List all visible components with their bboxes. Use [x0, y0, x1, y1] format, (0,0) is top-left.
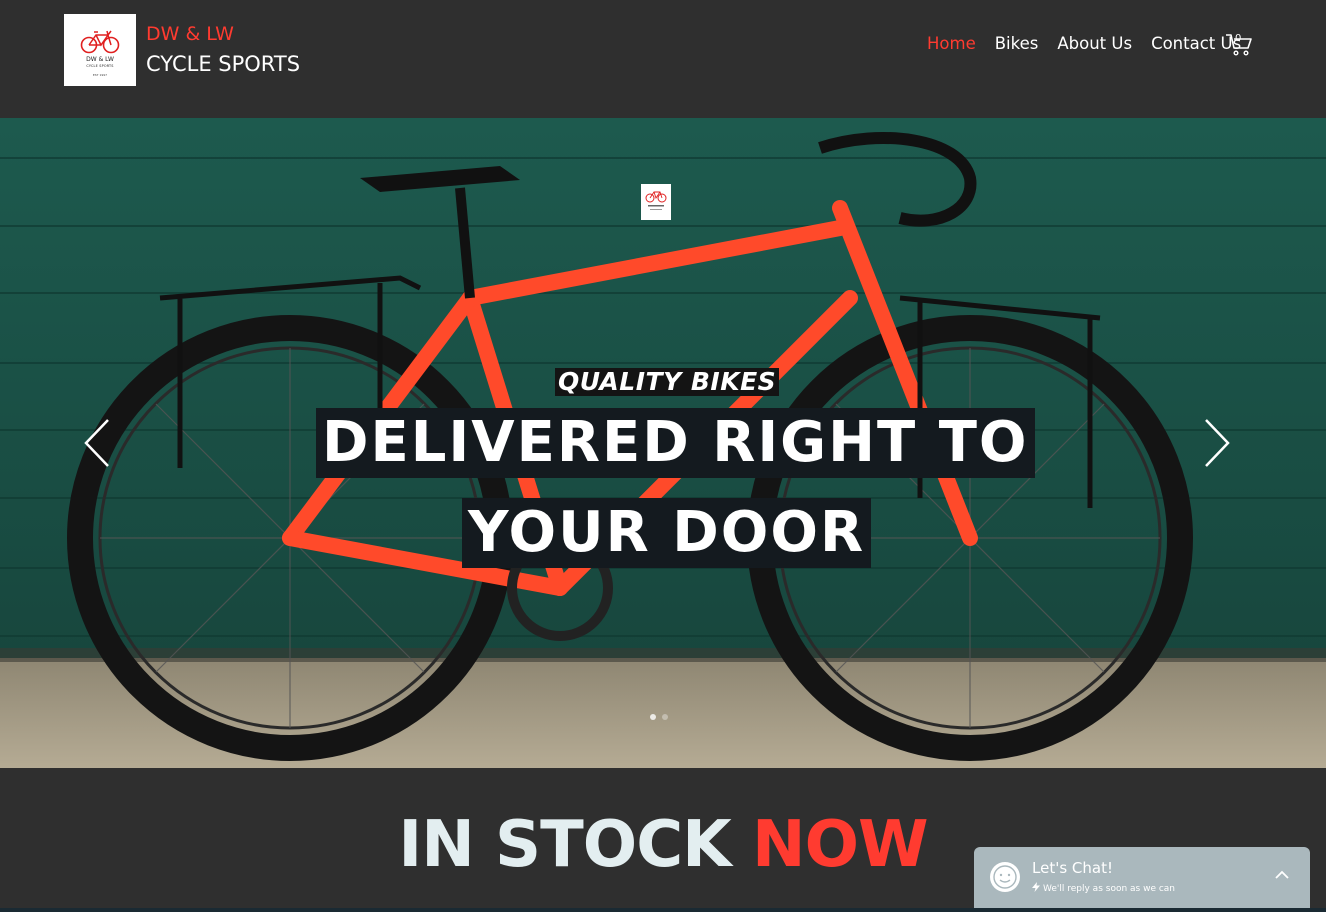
brand-name-line-1[interactable]: DW & LW	[146, 23, 234, 45]
hero-kicker-box: QUALITY BIKES	[555, 367, 780, 396]
hero-headline-line-2: YOUR DOOR	[462, 498, 872, 568]
chevron-up-icon[interactable]	[1274, 869, 1290, 881]
hero-watermark-logo	[641, 184, 671, 220]
chat-avatar	[990, 862, 1020, 892]
hero-headline-line-1: DELIVERED RIGHT TO	[316, 408, 1035, 478]
slide-dot-2[interactable]	[662, 714, 668, 720]
nav-item-about-us[interactable]: About Us	[1057, 34, 1132, 56]
hero-slideshow: QUALITY BIKES DELIVERED RIGHT TO YOUR DO…	[0, 118, 1326, 768]
cart-count-badge: 0	[1235, 33, 1242, 44]
slide-dot-1[interactable]	[650, 714, 656, 720]
nav-item-home[interactable]: Home	[927, 34, 976, 56]
logo-text-line-2: CYCLE SPORTS	[86, 64, 114, 68]
bottom-divider	[0, 908, 1326, 912]
hero-kicker: QUALITY BIKES	[558, 367, 777, 396]
logo-text-line-1: DW & LW	[86, 56, 114, 63]
in-stock-heading-part-1: IN STOCK	[398, 808, 753, 882]
previous-slide-arrow-icon[interactable]	[82, 416, 112, 470]
slide-indicator	[650, 714, 668, 720]
smiley-icon	[993, 865, 1017, 889]
chat-widget[interactable]: Let's Chat! We'll reply as soon as we ca…	[974, 847, 1310, 909]
chat-subtitle-text: We'll reply as soon as we can	[1043, 884, 1176, 894]
bicycle-logo-icon	[645, 191, 667, 210]
site-header: DW & LW CYCLE SPORTS EST 1997 DW & LW CY…	[0, 0, 1326, 118]
chat-subtitle: We'll reply as soon as we can	[1032, 882, 1175, 894]
in-stock-heading-part-2: NOW	[752, 808, 929, 882]
logo-text-line-3: EST 1997	[92, 73, 108, 77]
next-slide-arrow-icon[interactable]	[1202, 416, 1232, 470]
bicycle-logo-icon	[80, 30, 120, 54]
nav-item-bikes[interactable]: Bikes	[995, 34, 1039, 56]
site-logo[interactable]: DW & LW CYCLE SPORTS EST 1997	[64, 14, 136, 86]
main-navigation: Home Bikes About Us Contact Us	[927, 34, 1260, 56]
chat-title: Let's Chat!	[1032, 859, 1113, 877]
lightning-icon	[1032, 882, 1040, 892]
brand-name-line-2[interactable]: CYCLE SPORTS	[146, 52, 300, 76]
